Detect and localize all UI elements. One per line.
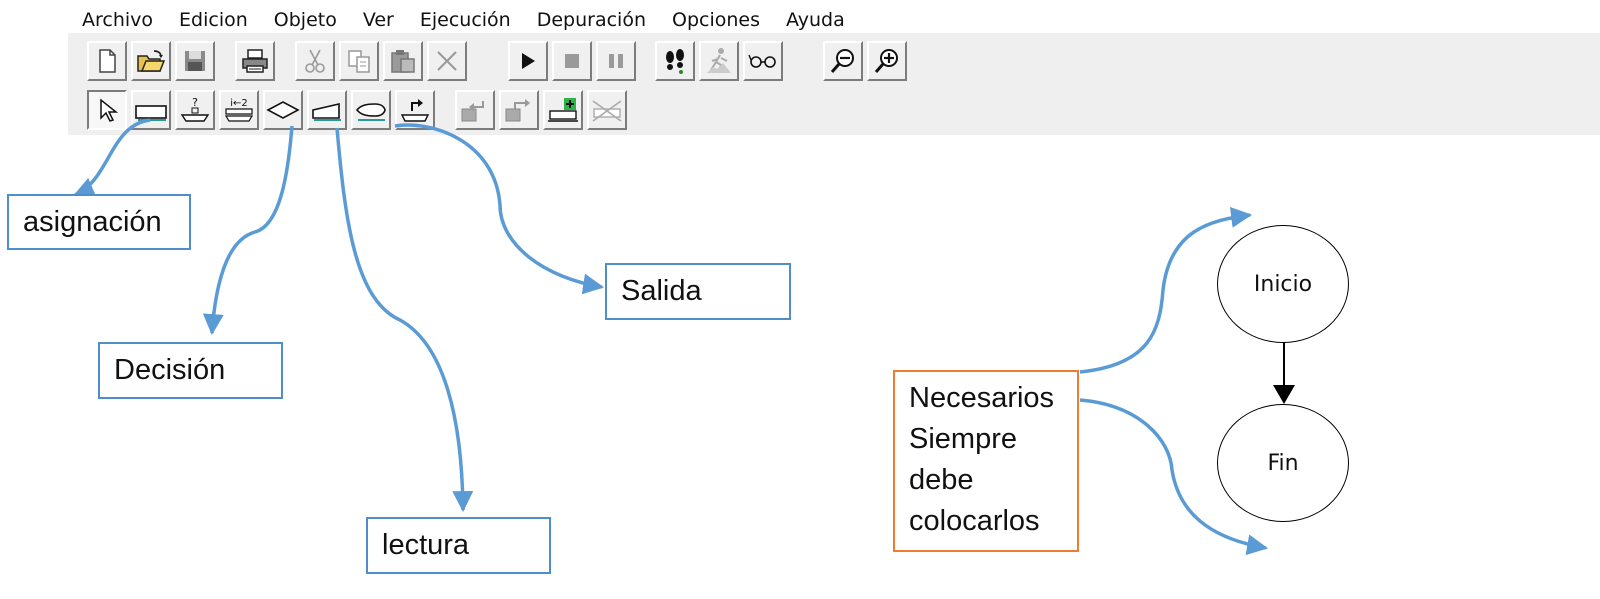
callout-asignacion-label: asignación [23, 205, 162, 238]
arrow-to-decision [202, 125, 294, 336]
arrow-to-salida [394, 123, 605, 295]
note-line: Siempre [909, 423, 1017, 455]
callout-salida: Salida [605, 263, 791, 320]
annotation-arrows [73, 118, 1295, 556]
arrow-to-asignacion [73, 118, 151, 198]
callout-lectura: lectura [366, 517, 551, 574]
flow-start-node: Inicio [1217, 225, 1349, 343]
arrow-to-lectura [335, 127, 474, 513]
flow-end-label: Fin [1267, 450, 1299, 476]
required-note: Necesarios Siempre debe colocarlos [893, 370, 1079, 552]
flow-start-label: Inicio [1253, 271, 1313, 297]
callout-asignacion: asignación [7, 194, 191, 250]
note-line: Necesarios [909, 382, 1055, 414]
flow-arrowhead [1273, 385, 1295, 404]
note-line: debe [909, 464, 974, 496]
flow-end-node: Fin [1217, 404, 1349, 522]
callout-salida-label: Salida [621, 275, 702, 307]
callout-decision: Decisión [98, 342, 283, 399]
callout-decision-label: Decisión [114, 354, 226, 386]
note-line: colocarlos [909, 505, 1040, 537]
callout-lectura-label: lectura [382, 529, 470, 561]
